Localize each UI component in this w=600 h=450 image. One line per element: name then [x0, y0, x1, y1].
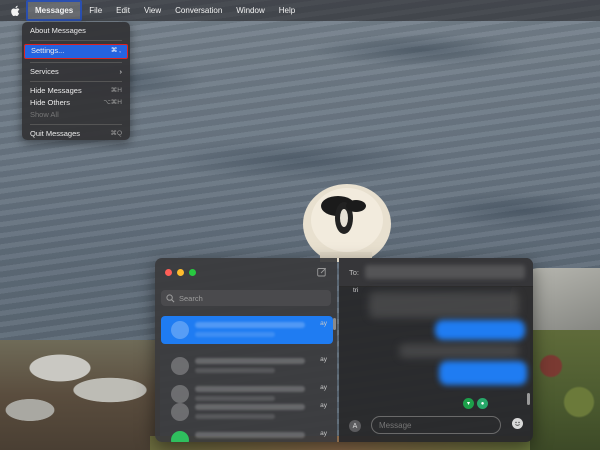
menu-item-settings-shortcut: ⌘ ,: [110, 47, 121, 54]
recipient-bar[interactable]: To:: [339, 258, 533, 287]
conversation-item[interactable]: ay: [161, 352, 333, 380]
chat-scrollbar[interactable]: [527, 393, 530, 405]
wallpaper-rocks-left: [0, 340, 160, 450]
recipient-redacted: [365, 265, 525, 279]
menu-bar: Messages File Edit View Conversation Win…: [0, 0, 600, 21]
conversation-day: ay: [320, 384, 327, 391]
sent-message-bubble: [435, 320, 525, 340]
reaction-icon: ▾: [463, 398, 474, 409]
chat-pane: To: tri ▾ ● A: [339, 258, 533, 442]
menu-item-hide-others-label: Hide Others: [30, 98, 71, 107]
menu-item-hide-others-shortcut: ⌥⌘H: [103, 99, 122, 106]
menu-item-settings-label: Settings...: [31, 46, 65, 55]
menu-file[interactable]: File: [82, 0, 109, 21]
messages-menu-dropdown: About Messages Settings... ⌘ , Services …: [22, 22, 130, 140]
messages-window: Search ay ay ay ay ay To: tri ▾ ● A Mess…: [155, 258, 533, 442]
menu-separator: [30, 40, 122, 41]
conversation-day: ay: [320, 320, 327, 327]
zoom-window-button[interactable]: [189, 269, 196, 276]
menu-item-services[interactable]: Services ›: [22, 66, 130, 78]
menu-view[interactable]: View: [137, 0, 168, 21]
menu-item-services-label: Services: [30, 67, 59, 76]
menu-item-about[interactable]: About Messages: [22, 25, 130, 37]
menu-separator: [30, 124, 122, 125]
message-input[interactable]: [371, 416, 501, 434]
menu-help[interactable]: Help: [272, 0, 302, 21]
conversation-day: ay: [320, 356, 327, 363]
conversation-item[interactable]: ay: [161, 316, 333, 344]
message-fragment: tri: [353, 287, 359, 294]
conversation-day: ay: [320, 402, 327, 409]
redacted-message: [369, 292, 519, 318]
menu-item-hide-others[interactable]: Hide Others ⌥⌘H: [22, 97, 130, 109]
menu-item-hide-label: Hide Messages: [30, 86, 82, 95]
avatar: [171, 357, 189, 375]
conversation-item[interactable]: ay: [161, 398, 333, 426]
reaction-icon: ●: [477, 398, 488, 409]
search-field[interactable]: Search: [161, 290, 331, 306]
menu-item-show-all-label: Show All: [30, 110, 59, 119]
sheep-image: [303, 184, 391, 262]
to-label: To:: [349, 268, 360, 277]
menu-item-hide[interactable]: Hide Messages ⌘H: [22, 85, 130, 97]
menu-messages[interactable]: Messages: [26, 0, 83, 21]
conversation-sidebar: Search ay ay ay ay ay: [155, 258, 337, 442]
avatar: [171, 321, 189, 339]
menu-item-show-all: Show All: [22, 109, 130, 121]
conversation-item[interactable]: ay: [161, 426, 333, 442]
apple-logo-icon[interactable]: [9, 5, 23, 17]
menu-item-quit-shortcut: ⌘Q: [110, 130, 122, 137]
menu-separator: [30, 62, 122, 63]
minimize-window-button[interactable]: [177, 269, 184, 276]
redacted-message: [399, 344, 519, 358]
menu-conversation[interactable]: Conversation: [168, 0, 229, 21]
avatar: [171, 403, 189, 421]
compose-icon[interactable]: [317, 267, 327, 277]
app-store-icon[interactable]: A: [349, 420, 361, 432]
menu-window[interactable]: Window: [229, 0, 271, 21]
sent-message-bubble: [439, 361, 527, 385]
search-icon: [166, 293, 175, 302]
message-input-row: A: [339, 412, 533, 442]
menu-item-about-label: About Messages: [30, 26, 86, 35]
close-window-button[interactable]: [165, 269, 172, 276]
avatar: [171, 431, 189, 442]
chevron-right-icon: ›: [119, 67, 123, 76]
menu-item-settings[interactable]: Settings... ⌘ ,: [24, 44, 128, 59]
menu-item-quit-label: Quit Messages: [30, 129, 81, 138]
menu-separator: [30, 81, 122, 82]
emoji-icon[interactable]: [512, 418, 523, 429]
conversation-day: ay: [320, 430, 327, 437]
wallpaper-grass-right: [530, 330, 600, 450]
menu-edit[interactable]: Edit: [109, 0, 137, 21]
sidebar-scrollbar[interactable]: [333, 318, 336, 330]
menu-item-hide-shortcut: ⌘H: [110, 87, 122, 94]
search-placeholder: Search: [179, 293, 203, 303]
message-reactions: ▾ ●: [463, 398, 488, 409]
menu-item-quit[interactable]: Quit Messages ⌘Q: [22, 128, 130, 140]
